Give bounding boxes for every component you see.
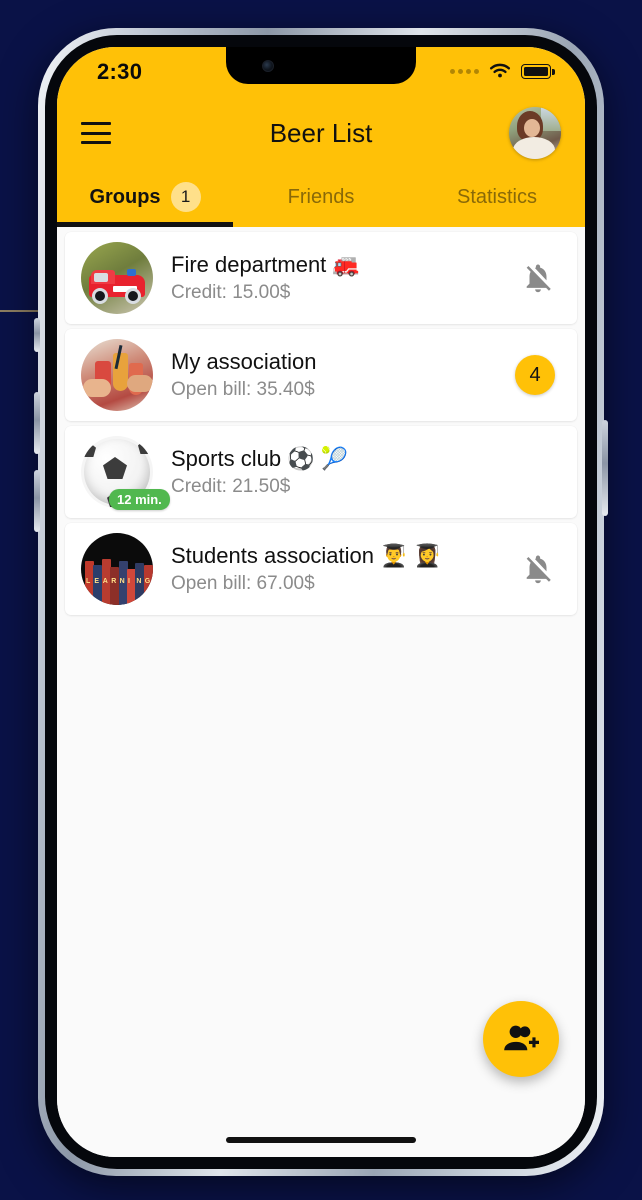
table-row[interactable]: 12 min. Sports club ⚽ 🎾 Credit: 21.50$ — [65, 426, 577, 518]
user-profile-avatar[interactable] — [509, 107, 561, 159]
groups-list[interactable]: Fire department 🚒 Credit: 15.00$ My asso… — [57, 227, 585, 1157]
notifications-off-icon[interactable] — [521, 261, 555, 295]
notifications-off-icon[interactable] — [521, 552, 555, 586]
front-camera-icon — [262, 60, 274, 72]
row-text: Students association 👨‍🎓 👩‍🎓 Open bill: … — [171, 543, 509, 595]
row-text: Fire department 🚒 Credit: 15.00$ — [171, 252, 509, 304]
book-spine: R — [110, 567, 120, 605]
phone-screen: 2:30 Beer List Groups 1 Friends Statisti… — [57, 47, 585, 1157]
status-bar: 2:30 — [57, 47, 585, 99]
wifi-icon — [490, 63, 510, 78]
power-button[interactable] — [602, 420, 608, 516]
volume-down-button[interactable] — [34, 470, 40, 532]
book-letter: I — [128, 578, 130, 585]
group-title: Sports club ⚽ 🎾 — [171, 446, 349, 471]
device-notch — [226, 47, 416, 84]
group-title: My association — [171, 349, 317, 374]
status-badge[interactable]: 4 — [515, 355, 555, 395]
page-title: Beer List — [269, 117, 373, 148]
status-indicators — [450, 63, 555, 80]
table-row[interactable]: Fire department 🚒 Credit: 15.00$ — [65, 232, 577, 324]
book-letter: L — [86, 578, 91, 585]
battery-full-icon — [521, 64, 555, 79]
book-letter: E — [94, 578, 100, 585]
book-spine: G — [143, 565, 153, 605]
row-trailing[interactable]: 4 — [515, 355, 555, 395]
tab-statistics[interactable]: Statistics — [409, 167, 585, 227]
app-bar: Beer List — [57, 99, 585, 167]
group-add-icon — [504, 1025, 539, 1051]
row-trailing[interactable] — [521, 261, 555, 295]
status-time: 2:30 — [97, 59, 143, 84]
book-letter: N — [136, 578, 142, 585]
book-letter: A — [102, 578, 108, 585]
group-title: Students association 👨‍🎓 👩‍🎓 — [171, 543, 442, 568]
fire-truck-avatar — [81, 242, 153, 314]
group-subtitle: Open bill: 35.40$ — [171, 379, 315, 400]
tab-groups-badge: 1 — [170, 182, 201, 212]
tab-statistics-label: Statistics — [456, 185, 538, 208]
table-row[interactable]: My association Open bill: 35.40$ 4 — [65, 329, 577, 421]
add-group-button[interactable] — [483, 1001, 559, 1077]
last-seen-badge: 12 min. — [109, 489, 170, 510]
book-letter: G — [144, 578, 151, 585]
book-letter: N — [119, 578, 125, 585]
tab-bar: Groups 1 Friends Statistics — [57, 167, 585, 227]
book-letter: R — [111, 578, 117, 585]
volume-up-button[interactable] — [34, 392, 40, 454]
books-learning-avatar: LEARNING — [81, 533, 153, 605]
tab-groups[interactable]: Groups 1 — [57, 167, 233, 227]
row-trailing[interactable] — [521, 552, 555, 586]
table-row[interactable]: LEARNING Students association 👨‍🎓 👩‍🎓 Op… — [65, 523, 577, 615]
row-text: Sports club ⚽ 🎾 Credit: 21.50$ — [171, 446, 543, 498]
group-subtitle: Open bill: 67.00$ — [171, 573, 315, 594]
signal-dots-icon — [450, 69, 479, 74]
group-subtitle: Credit: 21.50$ — [171, 476, 291, 497]
drinks-toast-avatar — [81, 339, 153, 411]
group-subtitle: Credit: 15.00$ — [171, 282, 291, 303]
row-text: My association Open bill: 35.40$ — [171, 349, 503, 401]
mute-switch-button[interactable] — [34, 318, 40, 352]
home-indicator — [226, 1137, 416, 1143]
hamburger-menu-icon[interactable] — [81, 122, 111, 144]
soccer-ball-avatar: 12 min. — [81, 436, 170, 510]
tab-groups-label: Groups — [89, 185, 161, 208]
books-shelf: LEARNING — [81, 559, 153, 605]
group-title: Fire department 🚒 — [171, 252, 360, 277]
tab-friends-label: Friends — [287, 185, 355, 208]
tab-friends[interactable]: Friends — [233, 167, 409, 227]
